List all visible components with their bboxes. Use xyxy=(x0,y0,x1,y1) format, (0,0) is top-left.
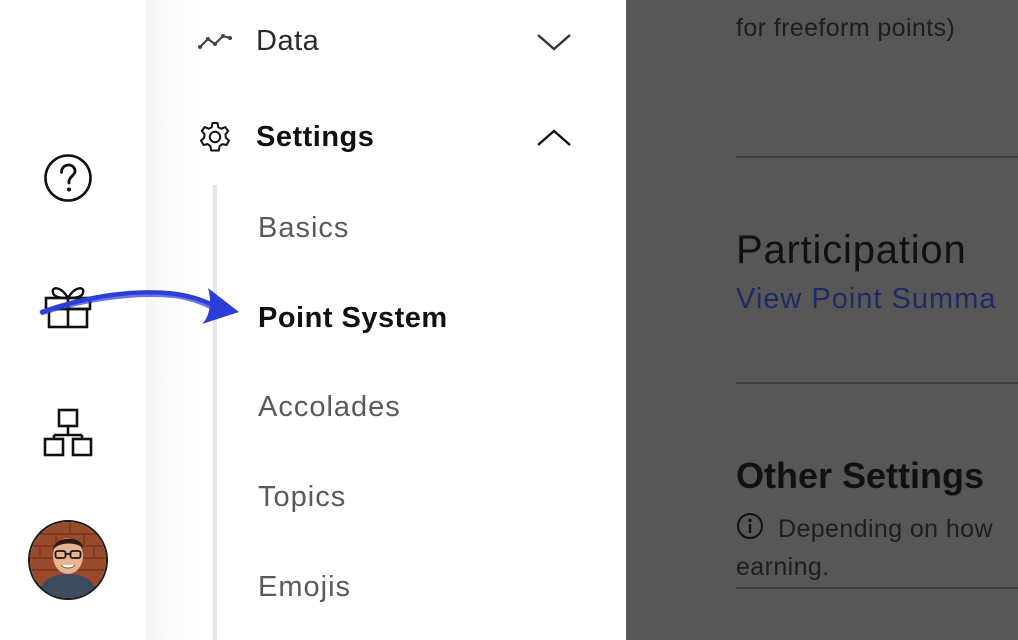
org-chart-icon[interactable] xyxy=(43,408,93,458)
submenu-guide-line xyxy=(213,185,217,640)
sub-item-basics[interactable]: Basics xyxy=(258,212,349,245)
icon-rail xyxy=(0,0,146,640)
menu-item-data-label: Data xyxy=(256,24,320,57)
sub-item-emojis[interactable]: Emojis xyxy=(258,571,351,604)
user-avatar[interactable] xyxy=(28,520,108,600)
menu-item-data[interactable]: Data xyxy=(198,11,574,71)
chevron-up-icon[interactable] xyxy=(534,122,574,152)
divider xyxy=(736,156,1018,158)
view-point-summary-link[interactable]: View Point Summa xyxy=(736,283,996,316)
menu-item-settings-label: Settings xyxy=(256,120,375,153)
divider xyxy=(736,587,1018,589)
settings-menu: Data Settings Basics Point System Accola… xyxy=(146,0,626,640)
info-text: Depending on how xyxy=(778,515,993,543)
info-text-continued: earning. xyxy=(736,553,830,581)
sub-item-point-system[interactable]: Point System xyxy=(258,302,448,335)
chevron-down-icon[interactable] xyxy=(534,26,574,56)
participation-heading: Participation xyxy=(736,228,967,272)
divider xyxy=(736,382,1018,384)
help-icon[interactable] xyxy=(43,153,93,203)
info-line: Depending on how xyxy=(736,512,993,547)
freeform-points-note: for freeform points) xyxy=(736,14,956,42)
other-settings-heading: Other Settings xyxy=(736,455,985,496)
menu-item-settings[interactable]: Settings xyxy=(198,107,574,167)
gift-icon[interactable] xyxy=(43,282,93,330)
sub-item-accolades[interactable]: Accolades xyxy=(258,391,401,424)
sub-item-topics[interactable]: Topics xyxy=(258,481,346,514)
gear-icon xyxy=(198,119,234,155)
dimmed-content-area[interactable]: for freeform points) Participation View … xyxy=(626,0,1018,640)
line-chart-icon xyxy=(198,23,234,59)
info-icon xyxy=(736,512,764,547)
